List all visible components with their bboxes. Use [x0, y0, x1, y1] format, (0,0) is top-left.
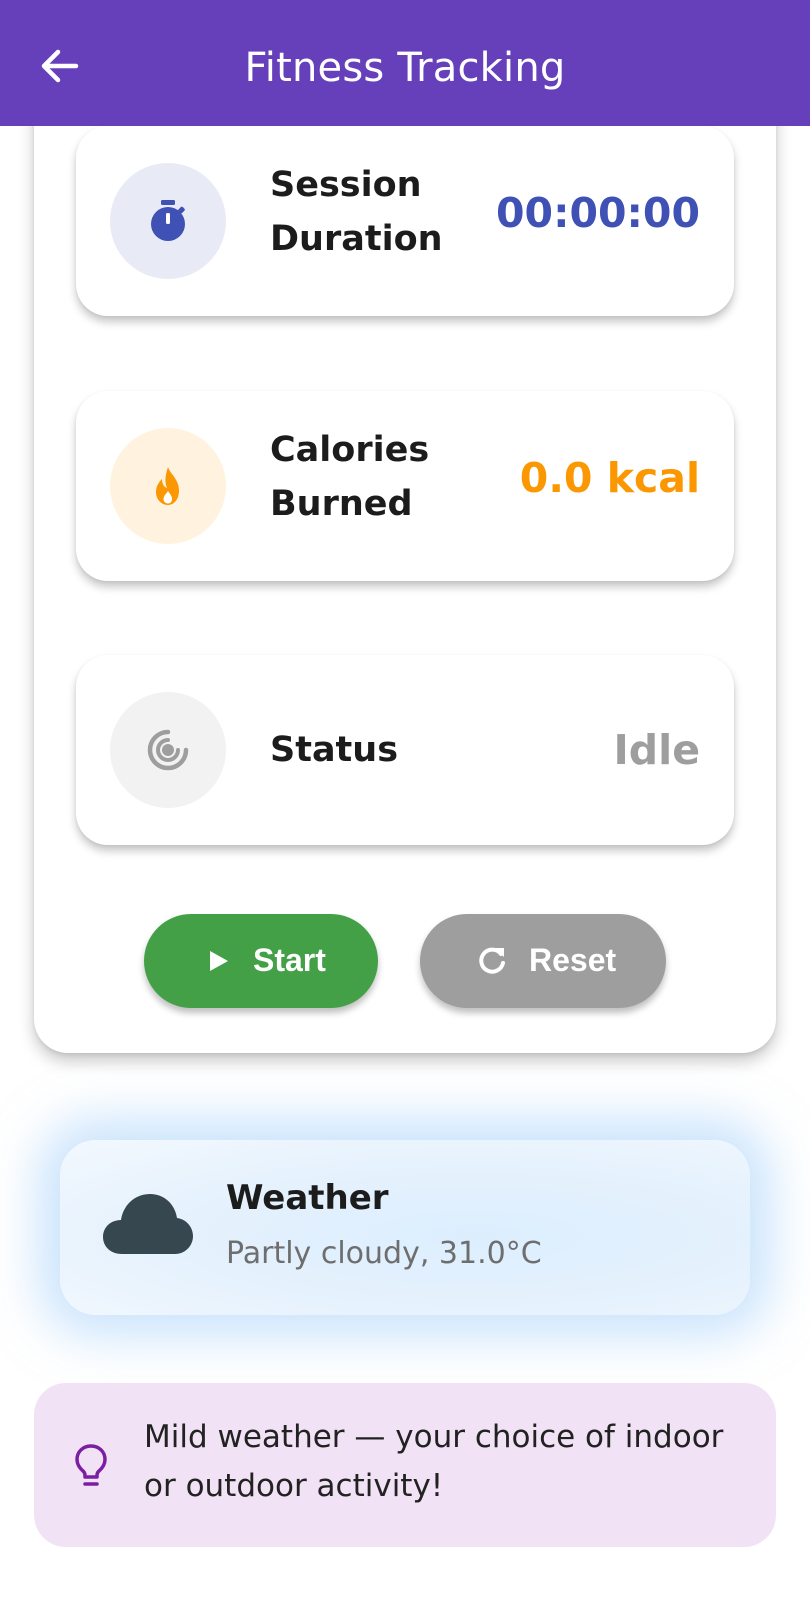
page-title: Fitness Tracking [244, 45, 566, 91]
status-value: Idle [613, 726, 700, 774]
timer-icon [151, 200, 185, 241]
status-card: Status Idle [76, 655, 734, 845]
reset-button-label: Reset [529, 942, 617, 978]
calories-card: Calories Burned 0.0 kcal [76, 391, 734, 581]
weather-description: Partly cloudy, 31.0°C [226, 1236, 542, 1271]
status-label: Status [270, 730, 399, 770]
play-icon [210, 951, 228, 971]
radar-icon-badge [110, 692, 226, 808]
calories-value: 0.0 kcal [519, 454, 700, 502]
radar-icon [147, 729, 189, 771]
session-duration-card: Session Duration 00:00:00 [76, 126, 734, 316]
refresh-icon [479, 947, 505, 974]
tip-text: Mild weather — your choice of indoor or … [144, 1419, 724, 1504]
reset-button[interactable]: Reset [420, 914, 666, 1008]
start-button-label: Start [253, 942, 326, 978]
app-bar: Fitness Tracking [0, 0, 810, 126]
fire-icon [156, 467, 179, 505]
session-duration-label: Session Duration [270, 165, 443, 259]
weather-card: Weather Partly cloudy, 31.0°C [60, 1140, 750, 1315]
timer-icon-badge [110, 163, 226, 279]
tip-card: Mild weather — your choice of indoor or … [34, 1383, 776, 1547]
calories-label: Calories Burned [270, 430, 430, 524]
lightbulb-icon [75, 1444, 107, 1486]
start-button[interactable]: Start [144, 914, 378, 1008]
session-duration-value: 00:00:00 [496, 189, 700, 237]
weather-title: Weather [226, 1178, 389, 1218]
fire-icon-badge [110, 428, 226, 544]
cloud-icon [103, 1194, 193, 1254]
